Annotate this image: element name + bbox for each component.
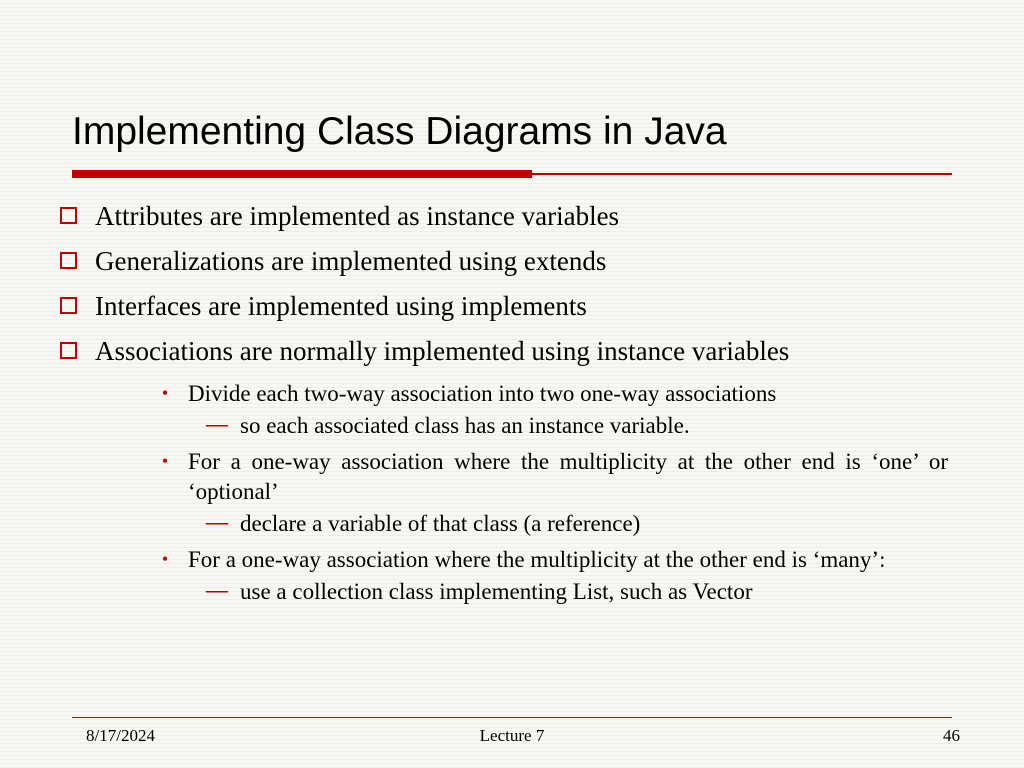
dash-bullet-icon: — bbox=[206, 509, 226, 535]
slide-title: Implementing Class Diagrams in Java bbox=[0, 0, 1024, 154]
bullet-text: declare a variable of that class (a refe… bbox=[240, 509, 640, 539]
bullet-text: For a one-way association where the mult… bbox=[188, 545, 948, 575]
dash-bullet-icon: — bbox=[206, 411, 226, 437]
bullet-text: Attributes are implemented as instance v… bbox=[95, 199, 619, 234]
bullet-level1: Generalizations are implemented using ex… bbox=[60, 244, 960, 279]
bullet-text: use a collection class implementing List… bbox=[240, 577, 752, 607]
bullet-level2: • For a one-way association where the mu… bbox=[160, 447, 960, 507]
title-underline bbox=[72, 170, 952, 180]
bullet-level1: Associations are normally implemented us… bbox=[60, 334, 960, 369]
bullet-text: For a one-way association where the mult… bbox=[188, 447, 948, 507]
content-area: Attributes are implemented as instance v… bbox=[60, 195, 960, 613]
square-bullet-icon bbox=[60, 342, 77, 359]
bullet-level3: — use a collection class implementing Li… bbox=[206, 577, 960, 607]
bullet-level3: — so each associated class has an instan… bbox=[206, 411, 960, 441]
square-bullet-icon bbox=[60, 297, 77, 314]
bullet-level3: — declare a variable of that class (a re… bbox=[206, 509, 960, 539]
square-bullet-icon bbox=[60, 207, 77, 224]
bullet-text: Divide each two-way association into two… bbox=[188, 379, 948, 409]
dot-bullet-icon: • bbox=[160, 447, 170, 475]
bullet-text: Interfaces are implemented using impleme… bbox=[95, 289, 587, 324]
bullet-level1: Interfaces are implemented using impleme… bbox=[60, 289, 960, 324]
dot-bullet-icon: • bbox=[160, 379, 170, 407]
bullet-level2: • Divide each two-way association into t… bbox=[160, 379, 960, 409]
dash-bullet-icon: — bbox=[206, 577, 226, 603]
dot-bullet-icon: • bbox=[160, 545, 170, 573]
bullet-text: so each associated class has an instance… bbox=[240, 411, 690, 441]
slide: Implementing Class Diagrams in Java Attr… bbox=[0, 0, 1024, 768]
bullet-level1: Attributes are implemented as instance v… bbox=[60, 199, 960, 234]
bullet-level2: • For a one-way association where the mu… bbox=[160, 545, 960, 575]
footer-center: Lecture 7 bbox=[0, 726, 1024, 746]
footer-page-number: 46 bbox=[943, 726, 960, 746]
footer: 8/17/2024 Lecture 7 46 bbox=[0, 726, 1024, 750]
square-bullet-icon bbox=[60, 252, 77, 269]
bullet-text: Generalizations are implemented using ex… bbox=[95, 244, 606, 279]
bullet-text: Associations are normally implemented us… bbox=[95, 334, 789, 369]
footer-divider bbox=[72, 717, 952, 719]
